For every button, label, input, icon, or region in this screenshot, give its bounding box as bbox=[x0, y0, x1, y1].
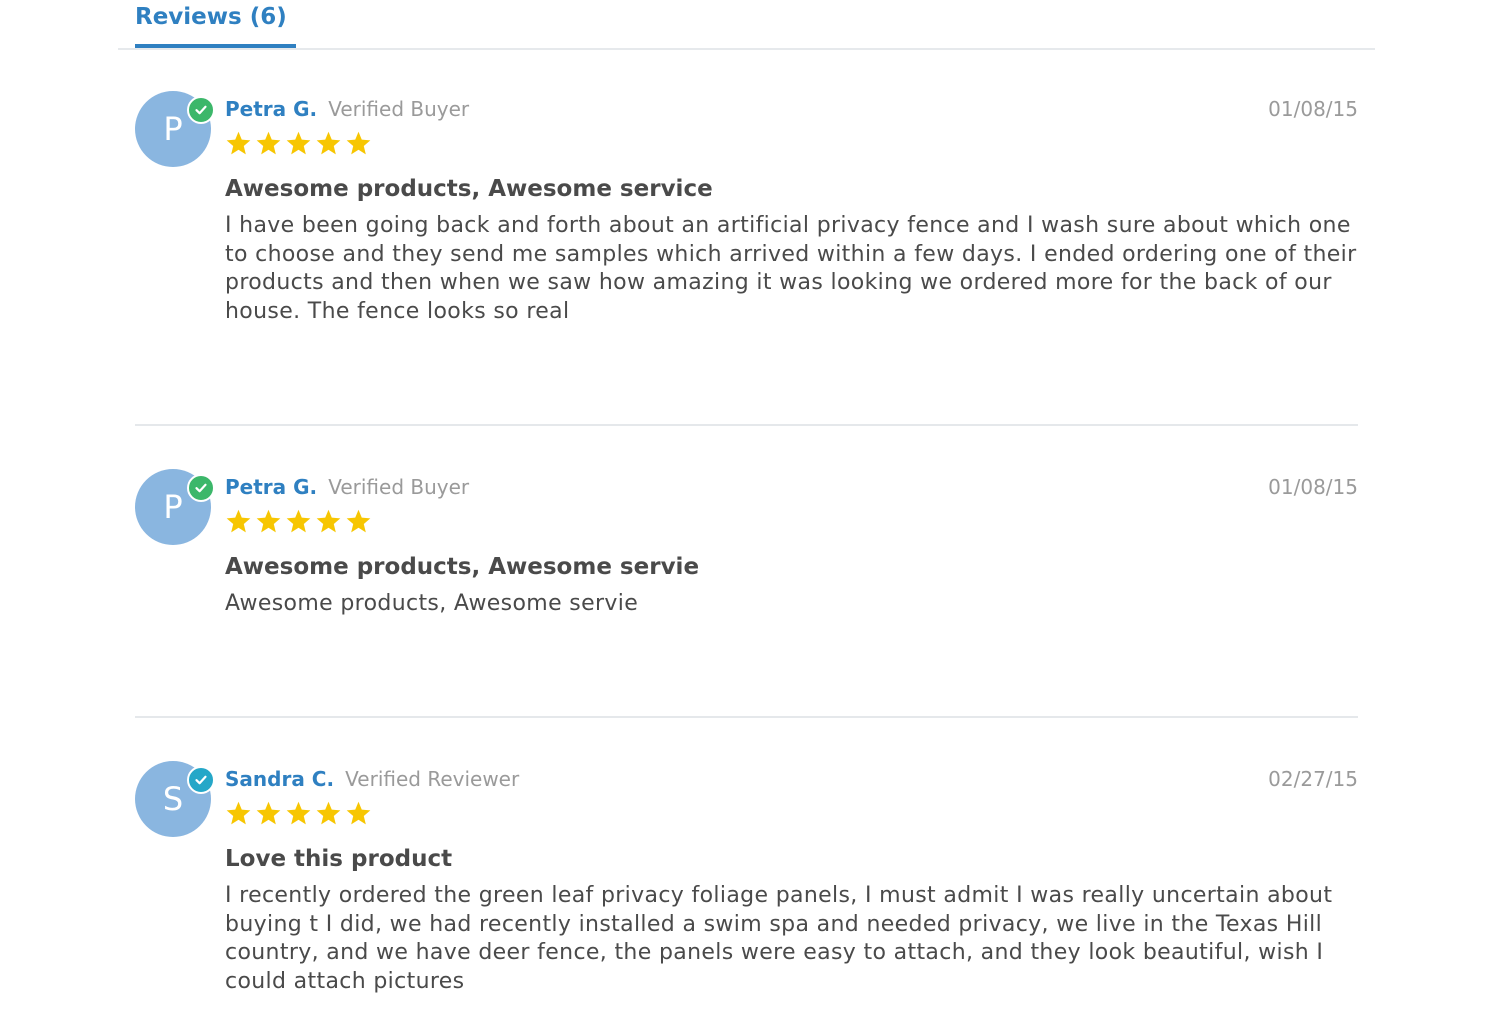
review-header: Petra G. Verified Buyer 01/08/15 bbox=[225, 469, 1358, 505]
reviews-list: P Petra G. Verified Buyer 01/08/15 Aweso… bbox=[135, 48, 1358, 1018]
reviewer-role: Verified Reviewer bbox=[345, 767, 520, 791]
review-title: Love this product bbox=[225, 846, 453, 872]
check-circle-icon bbox=[195, 483, 207, 493]
review-header: Sandra C. Verified Reviewer 02/27/15 bbox=[225, 761, 1358, 797]
review-title: Awesome products, Awesome service bbox=[225, 176, 713, 202]
review-item: P Petra G. Verified Buyer 01/08/15 Aweso… bbox=[135, 426, 1358, 718]
reviewer-role: Verified Buyer bbox=[328, 475, 470, 499]
review-body: Awesome products, Awesome servie bbox=[225, 591, 639, 616]
review-item: S Sandra C. Verified Reviewer 02/27/15 L… bbox=[135, 718, 1358, 1018]
review-date: 01/08/15 bbox=[1268, 475, 1358, 499]
star-icon bbox=[345, 508, 372, 540]
review-content: Petra G. Verified Buyer 01/08/15 Awesome… bbox=[225, 469, 1358, 619]
star-icon bbox=[285, 508, 312, 540]
star-rating bbox=[225, 800, 1358, 832]
review-content: Petra G. Verified Buyer 01/08/15 Awesome… bbox=[225, 91, 1358, 326]
avatar-letter: P bbox=[163, 110, 183, 148]
check-circle-icon bbox=[195, 775, 207, 785]
star-rating bbox=[225, 508, 1358, 540]
tab-reviews[interactable]: Reviews (6) bbox=[135, 0, 296, 48]
reviewer-name[interactable]: Petra G. bbox=[225, 97, 317, 121]
review-content: Sandra C. Verified Reviewer 02/27/15 Lov… bbox=[225, 761, 1358, 996]
reviewer-name[interactable]: Sandra C. bbox=[225, 767, 334, 791]
star-icon bbox=[345, 130, 372, 162]
review-date: 02/27/15 bbox=[1268, 767, 1358, 791]
review-header: Petra G. Verified Buyer 01/08/15 bbox=[225, 91, 1358, 127]
review-body: I recently ordered the green leaf privac… bbox=[225, 883, 1333, 994]
star-icon bbox=[315, 508, 342, 540]
review-title: Awesome products, Awesome servie bbox=[225, 554, 700, 580]
star-icon bbox=[255, 130, 282, 162]
star-icon bbox=[225, 800, 252, 832]
check-circle-icon bbox=[195, 105, 207, 115]
star-icon bbox=[225, 130, 252, 162]
review-date: 01/08/15 bbox=[1268, 97, 1358, 121]
star-icon bbox=[285, 130, 312, 162]
star-icon bbox=[345, 800, 372, 832]
verified-buyer-badge bbox=[187, 474, 215, 502]
review-body: I have been going back and forth about a… bbox=[225, 213, 1357, 324]
avatar-letter: S bbox=[162, 780, 184, 818]
review-item: P Petra G. Verified Buyer 01/08/15 Aweso… bbox=[135, 48, 1358, 426]
star-icon bbox=[315, 130, 342, 162]
reviews-tab-bar: Reviews (6) bbox=[118, 0, 1375, 50]
reviewer-name[interactable]: Petra G. bbox=[225, 475, 317, 499]
star-rating bbox=[225, 130, 1358, 162]
tab-reviews-label: Reviews (6) bbox=[135, 4, 287, 30]
reviewer-role: Verified Buyer bbox=[328, 97, 470, 121]
star-icon bbox=[285, 800, 312, 832]
star-icon bbox=[315, 800, 342, 832]
star-icon bbox=[225, 508, 252, 540]
star-icon bbox=[255, 508, 282, 540]
avatar-letter: P bbox=[163, 488, 183, 526]
star-icon bbox=[255, 800, 282, 832]
verified-reviewer-badge bbox=[187, 766, 215, 794]
verified-buyer-badge bbox=[187, 96, 215, 124]
